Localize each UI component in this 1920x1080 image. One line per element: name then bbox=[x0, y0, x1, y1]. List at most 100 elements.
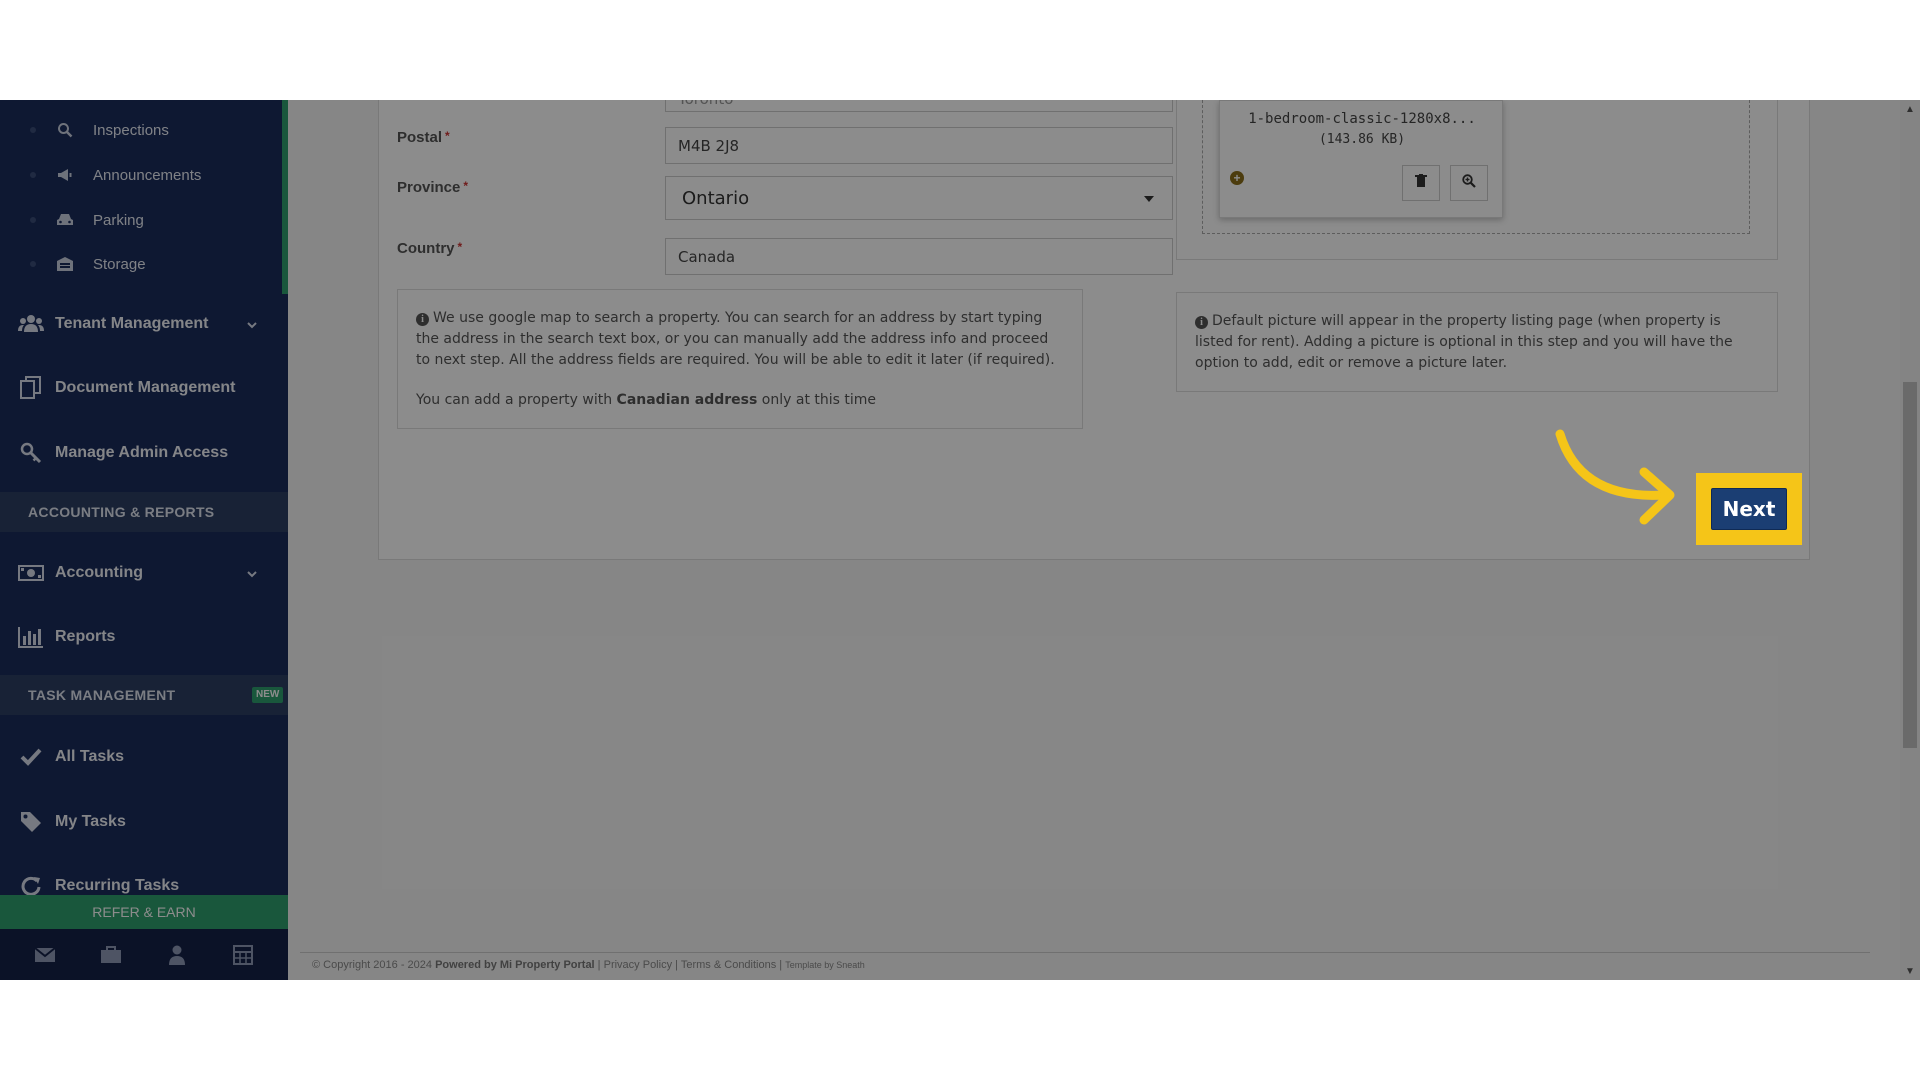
sidebar-item-accounting[interactable]: Accounting bbox=[0, 547, 288, 599]
required-mark: * bbox=[463, 179, 469, 193]
sidebar-item-label: Parking bbox=[93, 211, 144, 229]
money-icon bbox=[18, 561, 44, 585]
uploaded-file-card: 1-bedroom-classic-1280x8... (143.86 KB) … bbox=[1219, 100, 1503, 218]
info-icon: i bbox=[1195, 316, 1208, 329]
sidebar-item-announcements[interactable]: Announcements bbox=[0, 153, 282, 197]
app-window: Inspections Announcements Parking Storag… bbox=[0, 100, 1920, 980]
sidebar-item-label: My Tasks bbox=[55, 813, 126, 830]
bullet-dot bbox=[30, 261, 36, 267]
search-icon bbox=[56, 121, 74, 139]
bullet-dot bbox=[30, 172, 36, 178]
chevron-down-icon[interactable] bbox=[246, 567, 258, 579]
scroll-down-icon[interactable]: ▼ bbox=[1900, 962, 1920, 980]
chevron-down-icon[interactable] bbox=[246, 318, 258, 330]
address-note-prefix: You can add a property with bbox=[416, 392, 617, 408]
car-icon bbox=[56, 211, 74, 229]
sidebar-item-label: Reports bbox=[55, 628, 116, 645]
file-size: (143.86 KB) bbox=[1318, 132, 1406, 147]
sidebar-item-document-management[interactable]: Document Management bbox=[0, 362, 288, 414]
sidebar-item-manage-admin-access[interactable]: Manage Admin Access bbox=[0, 427, 288, 479]
sidebar-item-label: Document Management bbox=[55, 379, 236, 396]
address-note-suffix: only at this time bbox=[757, 392, 877, 408]
key-icon bbox=[18, 441, 44, 465]
footer-terms-link[interactable]: Terms & Conditions bbox=[681, 959, 776, 971]
info-icon: i bbox=[416, 313, 429, 326]
checkmark-icon bbox=[18, 745, 44, 769]
footer-privacy-link[interactable]: Privacy Policy bbox=[604, 959, 672, 971]
footer-powered-by[interactable]: Powered by Mi Property Portal bbox=[435, 959, 595, 971]
section-header-accounting-reports: ACCOUNTING & REPORTS bbox=[0, 492, 288, 532]
sidebar-bottom-toolbar bbox=[0, 929, 288, 980]
sidebar-item-reports[interactable]: Reports bbox=[0, 611, 288, 663]
required-mark: * bbox=[457, 240, 463, 254]
footer-copyright: © Copyright 2016 - 2024 bbox=[312, 959, 433, 971]
envelope-icon[interactable] bbox=[33, 944, 57, 966]
sidebar: Inspections Announcements Parking Storag… bbox=[0, 100, 288, 980]
country-label: Country * bbox=[397, 240, 462, 257]
required-mark: * bbox=[445, 129, 450, 143]
scroll-up-icon[interactable]: ▲ bbox=[1900, 100, 1920, 118]
plus-circle-icon[interactable]: + bbox=[1230, 171, 1244, 185]
address-info-message: We use google map to search a property. … bbox=[416, 310, 1055, 368]
refer-earn-button[interactable]: REFER & EARN bbox=[0, 895, 288, 929]
bullet-dot bbox=[30, 217, 36, 223]
section-header-label: TASK MANAGEMENT bbox=[28, 687, 176, 703]
sidebar-item-label: All Tasks bbox=[55, 748, 125, 765]
file-name: 1-bedroom-classic-1280x8... bbox=[1248, 111, 1476, 127]
refresh-icon bbox=[18, 874, 44, 895]
country-label-text: Country bbox=[397, 240, 455, 257]
sidebar-item-label: Recurring Tasks bbox=[55, 877, 180, 894]
picture-info-box: i Default picture will appear in the prop… bbox=[1176, 292, 1778, 392]
user-icon[interactable] bbox=[165, 944, 189, 966]
address-info-box: i We use google map to search a property.… bbox=[397, 289, 1083, 429]
section-header-task-management: TASK MANAGEMENT NEW bbox=[0, 675, 288, 715]
footer-template-credit: Template by Sneath bbox=[785, 960, 865, 970]
briefcase-icon[interactable] bbox=[99, 944, 123, 966]
address-note: You can add a property with Canadian add… bbox=[416, 390, 1064, 411]
scrollbar-thumb[interactable] bbox=[1903, 382, 1917, 748]
postal-label-text: Postal bbox=[397, 129, 443, 146]
main-content: Toronto Postal* M4B 2J8 Province* Ontari… bbox=[288, 100, 1900, 980]
zoom-file-button[interactable] bbox=[1450, 165, 1488, 201]
sidebar-item-parking[interactable]: Parking bbox=[0, 198, 282, 242]
province-label: Province * bbox=[397, 179, 468, 196]
users-icon bbox=[18, 312, 44, 336]
sidebar-item-storage[interactable]: Storage bbox=[0, 242, 282, 286]
sidebar-item-my-tasks[interactable]: My Tasks bbox=[0, 796, 288, 848]
footer-divider bbox=[300, 952, 1870, 953]
storage-icon bbox=[56, 255, 74, 273]
trash-icon bbox=[1415, 173, 1427, 193]
page-scrollbar[interactable]: ▲ ▼ bbox=[1900, 100, 1920, 980]
megaphone-icon bbox=[56, 166, 74, 184]
zoom-in-icon bbox=[1462, 173, 1476, 193]
province-label-text: Province bbox=[397, 179, 461, 196]
province-selected-value: Ontario bbox=[682, 187, 750, 209]
province-select[interactable]: Ontario bbox=[665, 176, 1173, 220]
sidebar-item-label: Storage bbox=[93, 255, 146, 273]
picture-dropzone[interactable]: 1-bedroom-classic-1280x8... (143.86 KB) … bbox=[1202, 100, 1750, 234]
picture-upload-panel: 1-bedroom-classic-1280x8... (143.86 KB) … bbox=[1176, 100, 1778, 260]
sidebar-item-label: Tenant Management bbox=[55, 315, 209, 332]
documents-icon bbox=[18, 376, 44, 400]
dropdown-caret-icon bbox=[1144, 196, 1154, 202]
delete-file-button[interactable] bbox=[1402, 165, 1440, 201]
sidebar-item-label: Announcements bbox=[93, 166, 202, 184]
bullet-dot bbox=[30, 127, 36, 133]
section-header-label: ACCOUNTING & REPORTS bbox=[28, 504, 215, 520]
city-field[interactable]: Toronto bbox=[665, 100, 1173, 112]
sidebar-item-tenant-management[interactable]: Tenant Management bbox=[0, 298, 288, 350]
picture-info-message: Default picture will appear in the prope… bbox=[1195, 313, 1733, 371]
country-field[interactable]: Canada bbox=[665, 238, 1173, 275]
sidebar-item-inspections[interactable]: Inspections bbox=[0, 108, 282, 152]
sidebar-item-label: Inspections bbox=[93, 121, 169, 139]
address-note-bold: Canadian address bbox=[616, 392, 758, 408]
sidebar-item-recurring-tasks[interactable]: Recurring Tasks bbox=[0, 858, 288, 895]
postal-field[interactable]: M4B 2J8 bbox=[665, 127, 1173, 164]
bar-chart-icon bbox=[18, 625, 44, 649]
sidebar-item-all-tasks[interactable]: All Tasks bbox=[0, 731, 288, 783]
sidebar-item-label: Manage Admin Access bbox=[55, 444, 229, 461]
new-badge: NEW bbox=[252, 687, 284, 703]
tag-icon bbox=[18, 810, 44, 834]
calculator-icon[interactable] bbox=[231, 944, 255, 966]
sidebar-item-label: Accounting bbox=[55, 564, 143, 581]
